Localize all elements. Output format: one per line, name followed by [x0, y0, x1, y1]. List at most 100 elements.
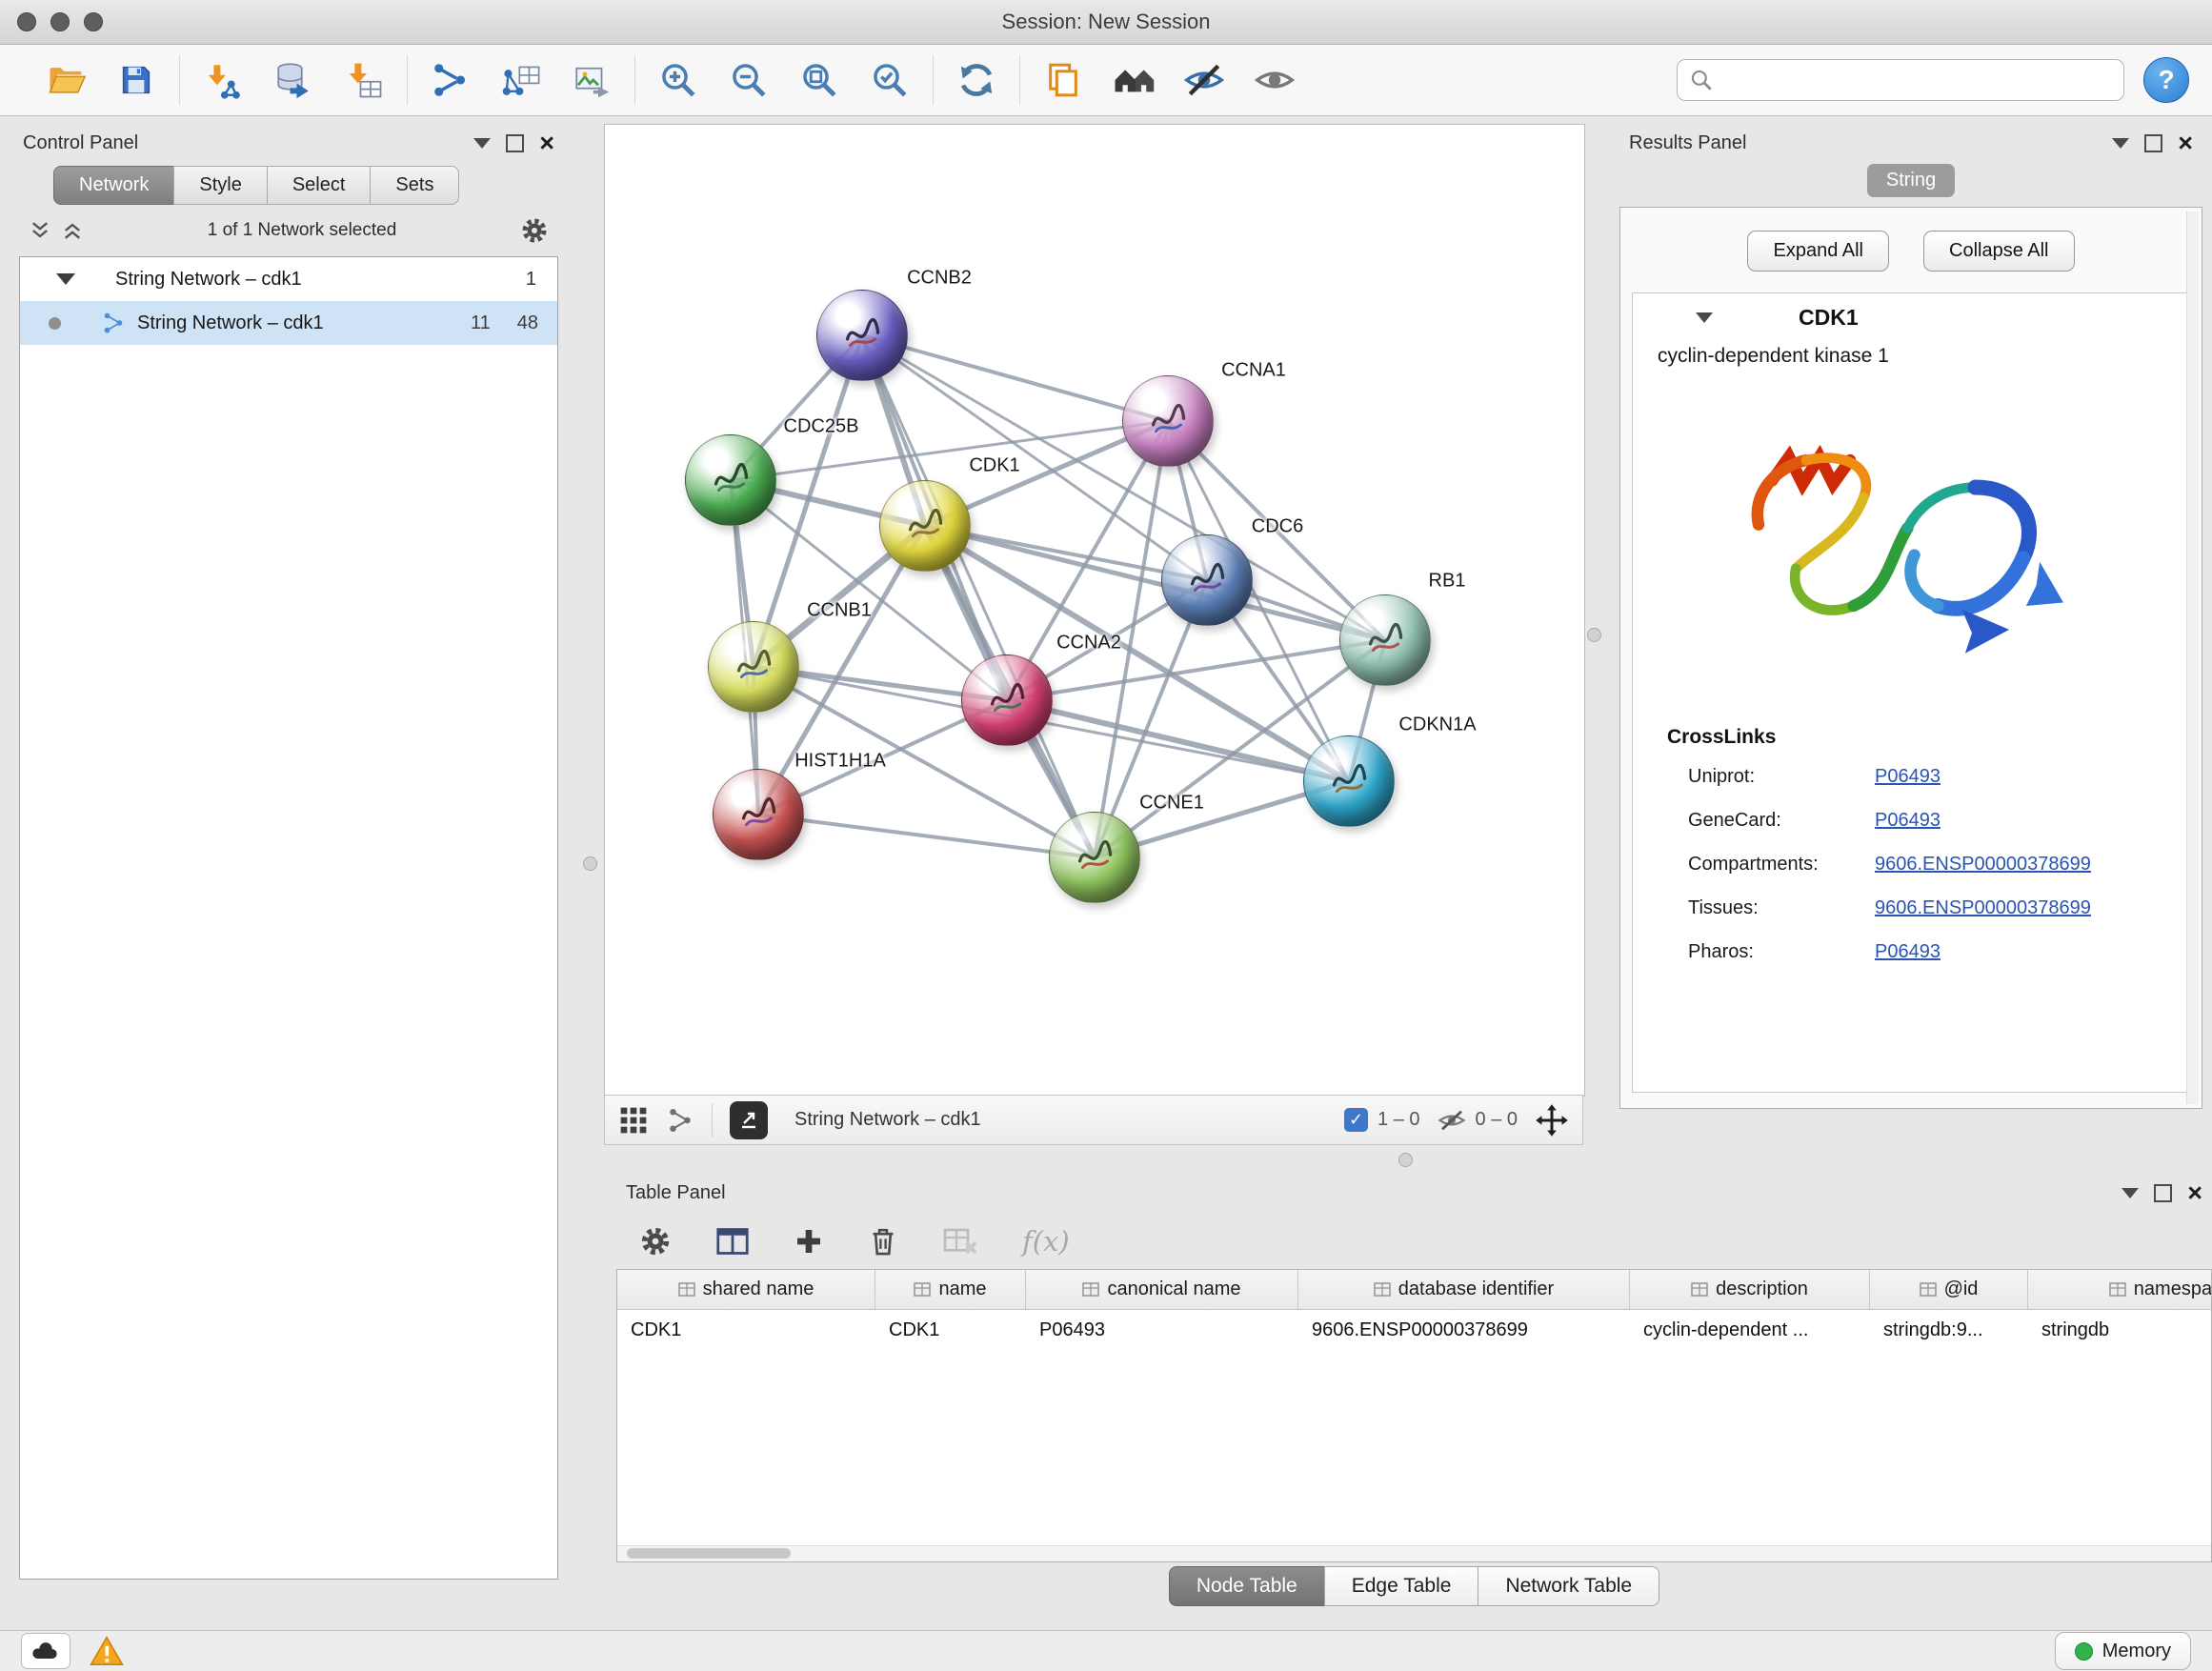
table-cell[interactable]: CDK1	[875, 1310, 1026, 1350]
tab-edge-table[interactable]: Edge Table	[1324, 1566, 1479, 1606]
hide-selected-button[interactable]	[1178, 54, 1230, 106]
float-panel-icon[interactable]	[2144, 134, 2162, 152]
network-node-HIST1H1A[interactable]	[713, 769, 804, 860]
scrollbar-thumb[interactable]	[627, 1548, 791, 1559]
crosslink-link[interactable]: P06493	[1875, 766, 1941, 788]
network-node-CDC6[interactable]	[1161, 534, 1253, 626]
tab-style[interactable]: Style	[173, 166, 267, 205]
network-node-RB1[interactable]	[1339, 594, 1431, 686]
zoom-in-button[interactable]	[653, 54, 704, 106]
crosslink-link[interactable]: P06493	[1875, 810, 1941, 832]
search-input[interactable]	[1721, 69, 2112, 92]
tab-string[interactable]: String	[1867, 164, 1955, 197]
memory-button[interactable]: Memory	[2055, 1632, 2191, 1670]
collapse-arrow-icon[interactable]	[56, 273, 75, 285]
left-splitter-handle[interactable]	[583, 856, 597, 871]
save-session-button[interactable]	[111, 54, 162, 106]
table-cell[interactable]: CDK1	[617, 1310, 875, 1350]
network-node-CCNA1[interactable]	[1122, 375, 1214, 467]
tab-network-table[interactable]: Network Table	[1478, 1566, 1659, 1606]
help-button[interactable]: ?	[2143, 57, 2189, 103]
network-canvas[interactable]: CCNB2CCNA1CDC25BCDK1CDC6RB1CCNB1CCNA2CDK…	[604, 124, 1585, 1097]
table-cell[interactable]: P06493	[1026, 1310, 1298, 1350]
cloud-status-button[interactable]	[21, 1633, 70, 1669]
show-columns-icon[interactable]	[715, 1225, 750, 1258]
warning-icon[interactable]	[90, 1636, 124, 1666]
float-panel-icon[interactable]	[2154, 1184, 2172, 1202]
network-node-CCNE1[interactable]	[1049, 812, 1140, 903]
network-node-CDKN1A[interactable]	[1303, 735, 1395, 827]
close-panel-icon[interactable]: ×	[2178, 131, 2193, 156]
crosslink-link[interactable]: 9606.ENSP00000378699	[1875, 854, 2091, 876]
column-header-database-identifier[interactable]: database identifier	[1298, 1270, 1630, 1309]
close-panel-icon[interactable]: ×	[2187, 1180, 2202, 1206]
zoom-selected-button[interactable]	[864, 54, 915, 106]
crosslink-link[interactable]: 9606.ENSP00000378699	[1875, 897, 2091, 919]
expand-all-icon[interactable]	[61, 219, 84, 242]
new-network-from-selection-button[interactable]	[425, 54, 476, 106]
table-settings-gear-icon[interactable]	[639, 1225, 672, 1258]
table-row[interactable]: CDK1CDK1P064939606.ENSP00000378699cyclin…	[617, 1310, 2211, 1350]
import-network-from-database-button[interactable]	[268, 54, 319, 106]
column-header-shared-name[interactable]: shared name	[617, 1270, 875, 1309]
hidden-eye-icon[interactable]	[1438, 1106, 1466, 1135]
tab-network[interactable]: Network	[53, 166, 174, 205]
open-session-button[interactable]	[40, 54, 91, 106]
panel-menu-icon[interactable]	[2122, 1188, 2139, 1198]
string-home-button[interactable]	[1108, 54, 1159, 106]
zoom-fit-button[interactable]	[794, 54, 845, 106]
import-table-from-file-button[interactable]	[338, 54, 390, 106]
table-cell[interactable]: cyclin-dependent ...	[1630, 1310, 1870, 1350]
birds-eye-grid-icon[interactable]	[618, 1105, 649, 1136]
collapse-all-button[interactable]: Collapse All	[1923, 231, 2075, 272]
delete-column-trash-icon[interactable]	[868, 1225, 898, 1258]
expand-all-button[interactable]: Expand All	[1747, 231, 1889, 272]
copy-document-button[interactable]	[1037, 54, 1089, 106]
panel-menu-icon[interactable]	[2112, 138, 2129, 149]
network-node-CDC25B[interactable]	[685, 434, 776, 526]
gear-icon[interactable]	[520, 216, 549, 245]
column-header--id[interactable]: @id	[1870, 1270, 2028, 1309]
add-column-plus-icon[interactable]	[794, 1226, 824, 1257]
float-panel-icon[interactable]	[506, 134, 524, 152]
column-header-description[interactable]: description	[1630, 1270, 1870, 1309]
right-splitter-handle[interactable]	[1587, 628, 1601, 642]
collapse-all-icon[interactable]	[29, 219, 51, 242]
crosslink-link[interactable]: P06493	[1875, 941, 1941, 963]
show-all-button[interactable]	[1249, 54, 1300, 106]
column-header-namespace[interactable]: namespace	[2028, 1270, 2212, 1309]
panel-menu-icon[interactable]	[473, 138, 491, 149]
network-collection-row[interactable]: String Network – cdk1 1	[20, 257, 557, 301]
results-scrollbar[interactable]	[2186, 211, 2199, 1104]
network-overview-icon[interactable]	[666, 1106, 694, 1135]
network-node-CCNB2[interactable]	[816, 290, 908, 381]
tab-select[interactable]: Select	[267, 166, 372, 205]
tab-sets[interactable]: Sets	[370, 166, 459, 205]
network-row-selected[interactable]: String Network – cdk1 11 48	[20, 301, 557, 345]
bottom-splitter-handle[interactable]	[1398, 1153, 1413, 1167]
close-window-button[interactable]	[17, 12, 36, 31]
table-cell[interactable]: stringdb	[2028, 1310, 2212, 1350]
tab-node-table[interactable]: Node Table	[1169, 1566, 1325, 1606]
minimize-window-button[interactable]	[50, 12, 70, 31]
close-panel-icon[interactable]: ×	[539, 131, 554, 156]
network-node-CDK1[interactable]	[879, 480, 971, 572]
refresh-view-button[interactable]	[951, 54, 1002, 106]
zoom-window-button[interactable]	[84, 12, 103, 31]
column-header-canonical-name[interactable]: canonical name	[1026, 1270, 1298, 1309]
import-network-from-file-button[interactable]	[197, 54, 249, 106]
pan-crosshair-icon[interactable]	[1535, 1103, 1569, 1137]
protein-section-header[interactable]: CDK1	[1633, 293, 2189, 341]
export-network-table-button[interactable]	[495, 54, 547, 106]
table-cell[interactable]: 9606.ENSP00000378699	[1298, 1310, 1630, 1350]
checkbox-icon[interactable]: ✓	[1344, 1108, 1368, 1132]
column-header-name[interactable]: name	[875, 1270, 1026, 1309]
table-cell[interactable]: stringdb:9...	[1870, 1310, 2028, 1350]
detach-view-button[interactable]	[730, 1101, 768, 1139]
zoom-out-button[interactable]	[723, 54, 774, 106]
network-node-CCNB1[interactable]	[708, 621, 799, 713]
collapse-section-icon[interactable]	[1696, 312, 1713, 323]
table-horizontal-scrollbar[interactable]	[617, 1545, 2211, 1561]
export-image-button[interactable]	[566, 54, 617, 106]
network-node-CCNA2[interactable]	[961, 654, 1053, 746]
